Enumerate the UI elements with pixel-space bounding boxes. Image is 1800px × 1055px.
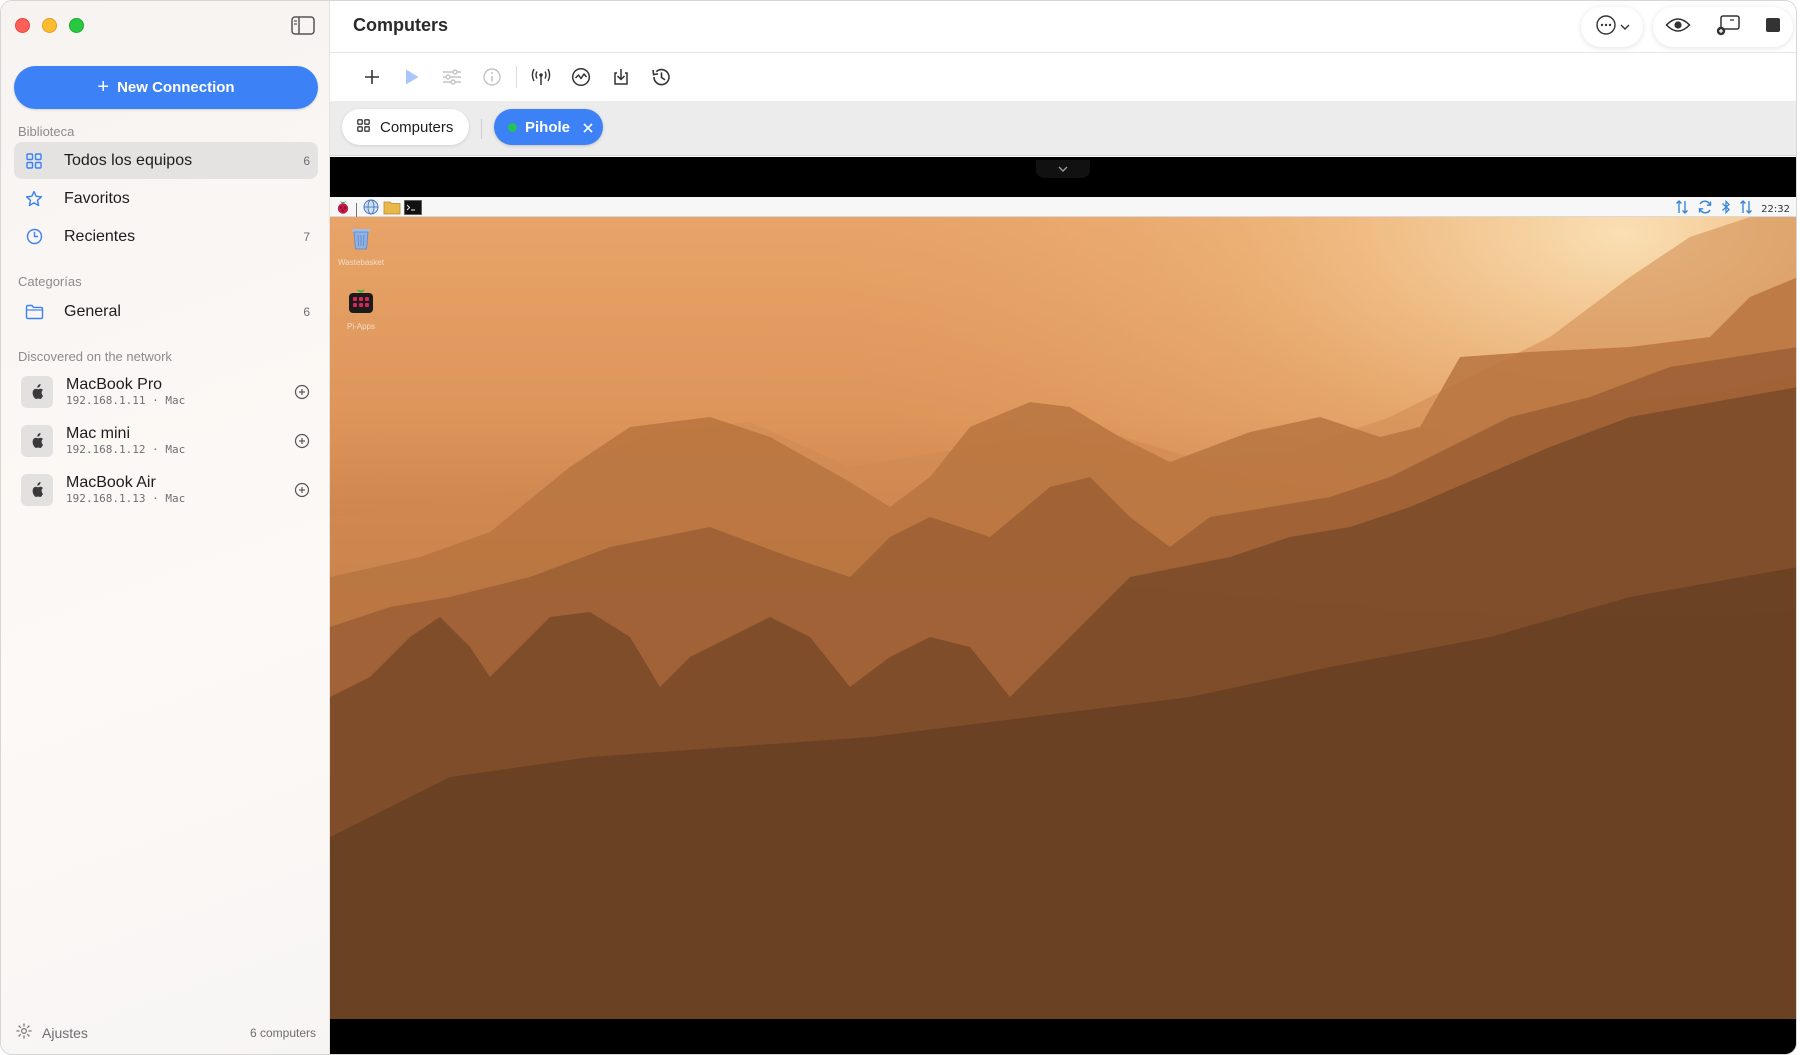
sidebar-toggle-icon[interactable]	[291, 16, 315, 35]
clock-icon	[24, 227, 44, 247]
tab-label: Pihole	[525, 118, 571, 136]
titlebar: Computers	[330, 1, 1796, 53]
new-connection-button[interactable]: + New Connection	[14, 66, 318, 109]
stop-icon[interactable]	[1765, 17, 1781, 38]
add-device-icon[interactable]	[292, 480, 312, 500]
grid-icon	[24, 151, 44, 171]
play-icon[interactable]	[392, 61, 432, 93]
sidebar-item-favorites[interactable]: Favoritos	[14, 180, 318, 217]
device-name: MacBook Air	[66, 474, 156, 491]
device-address: 192.168.1.11 · Mac	[66, 394, 186, 407]
zoom-window-button[interactable]	[69, 18, 84, 33]
desktop-icon-pi-apps[interactable]: Pi-Apps	[330, 287, 396, 331]
sidebar: + New Connection Biblioteca Todos los eq…	[1, 1, 330, 1054]
remote-taskbar: 22:32	[330, 197, 1796, 217]
sidebar-item-count: 7	[303, 229, 310, 244]
trash-icon	[349, 225, 373, 256]
plus-icon: +	[97, 75, 110, 98]
categories-section-title: Categorías	[18, 274, 82, 289]
toolbar-divider	[516, 66, 517, 88]
sidebar-item-label: Recientes	[64, 227, 136, 245]
download-icon[interactable]	[601, 61, 641, 93]
history-icon[interactable]	[641, 61, 681, 93]
collapse-handle[interactable]	[1036, 160, 1090, 178]
remote-letterbox	[330, 1019, 1796, 1054]
eye-icon[interactable]	[1665, 16, 1691, 39]
star-icon	[24, 189, 44, 209]
desktop-icon-label: Wastebasket	[338, 258, 384, 267]
sliders-icon[interactable]	[432, 61, 472, 93]
desktop-icon-label: Pi-Apps	[346, 322, 375, 331]
device-name: Mac mini	[66, 425, 131, 442]
apple-icon	[21, 425, 53, 457]
tab-label: Computers	[380, 118, 454, 136]
device-address: 192.168.1.12 · Mac	[66, 443, 186, 456]
chevron-down-icon	[1057, 160, 1069, 178]
sidebar-item-recents[interactable]: Recientes 7	[14, 218, 318, 255]
page-title: Computers	[353, 15, 449, 35]
view-controls	[1653, 7, 1793, 47]
close-window-button[interactable]	[15, 18, 30, 33]
device-address: 192.168.1.13 · Mac	[66, 492, 186, 505]
remote-clock: 22:32	[1761, 204, 1790, 215]
computer-count: 6 computers	[249, 1026, 316, 1040]
settings-label: Ajustes	[42, 1025, 88, 1041]
discovered-device[interactable]: MacBook Pro 192.168.1.11 · Mac	[14, 370, 318, 414]
window-controls	[15, 18, 84, 33]
sidebar-item-all-computers[interactable]: Todos los equipos 6	[14, 142, 318, 179]
more-menu-button[interactable]	[1581, 7, 1643, 47]
discovered-device[interactable]: MacBook Air 192.168.1.13 · Mac	[14, 468, 318, 512]
remote-desktop-view[interactable]: 22:32 Wastebasket Pi-Apps	[330, 157, 1796, 1054]
remote-wallpaper[interactable]: Wastebasket Pi-Apps	[330, 217, 1796, 1019]
sidebar-item-label: General	[64, 302, 121, 320]
online-status-dot	[508, 122, 517, 132]
canyon-wallpaper-image	[330, 217, 1796, 1019]
sidebar-item-general[interactable]: General 6	[14, 293, 318, 330]
tab-bar: Computers Pihole	[330, 101, 1796, 156]
info-icon[interactable]	[472, 61, 512, 93]
desktop-icon-wastebasket[interactable]: Wastebasket	[330, 225, 396, 267]
device-name: MacBook Pro	[66, 376, 163, 393]
grid-icon	[357, 118, 370, 136]
folder-icon	[24, 302, 44, 322]
close-tab-icon[interactable]	[582, 121, 594, 133]
gear-icon	[16, 1022, 32, 1044]
pi-apps-icon	[347, 287, 375, 320]
add-device-icon[interactable]	[292, 431, 312, 451]
chevron-down-icon	[1620, 18, 1630, 36]
sidebar-item-count: 6	[303, 153, 310, 168]
discovered-section-title: Discovered on the network	[18, 349, 172, 364]
antenna-icon[interactable]	[521, 61, 561, 93]
activity-icon[interactable]	[561, 61, 601, 93]
main-area: Computers Computers Pihole 22:32 Wasteba…	[330, 1, 1796, 1054]
tab-computers[interactable]: Computers	[342, 109, 469, 145]
tab-pihole[interactable]: Pihole	[494, 109, 603, 145]
app-window: + New Connection Biblioteca Todos los eq…	[0, 0, 1797, 1055]
add-device-icon[interactable]	[292, 382, 312, 402]
settings-button[interactable]: Ajustes	[16, 1022, 88, 1044]
tab-divider	[481, 119, 482, 139]
sidebar-footer: Ajustes 6 computers	[16, 1022, 316, 1044]
add-icon[interactable]	[352, 61, 392, 93]
new-connection-label: New Connection	[117, 79, 235, 96]
sidebar-item-label: Favoritos	[64, 189, 130, 207]
sidebar-item-label: Todos los equipos	[64, 151, 193, 169]
toolbar	[330, 53, 1796, 101]
apple-icon	[21, 474, 53, 506]
minimize-window-button[interactable]	[42, 18, 57, 33]
more-icon	[1595, 14, 1617, 41]
discovered-device[interactable]: Mac mini 192.168.1.12 · Mac	[14, 419, 318, 463]
sidebar-item-count: 6	[303, 304, 310, 319]
apple-icon	[21, 376, 53, 408]
library-section-title: Biblioteca	[18, 124, 75, 139]
cast-screen-icon[interactable]	[1715, 14, 1741, 41]
separator-icon	[356, 202, 357, 217]
